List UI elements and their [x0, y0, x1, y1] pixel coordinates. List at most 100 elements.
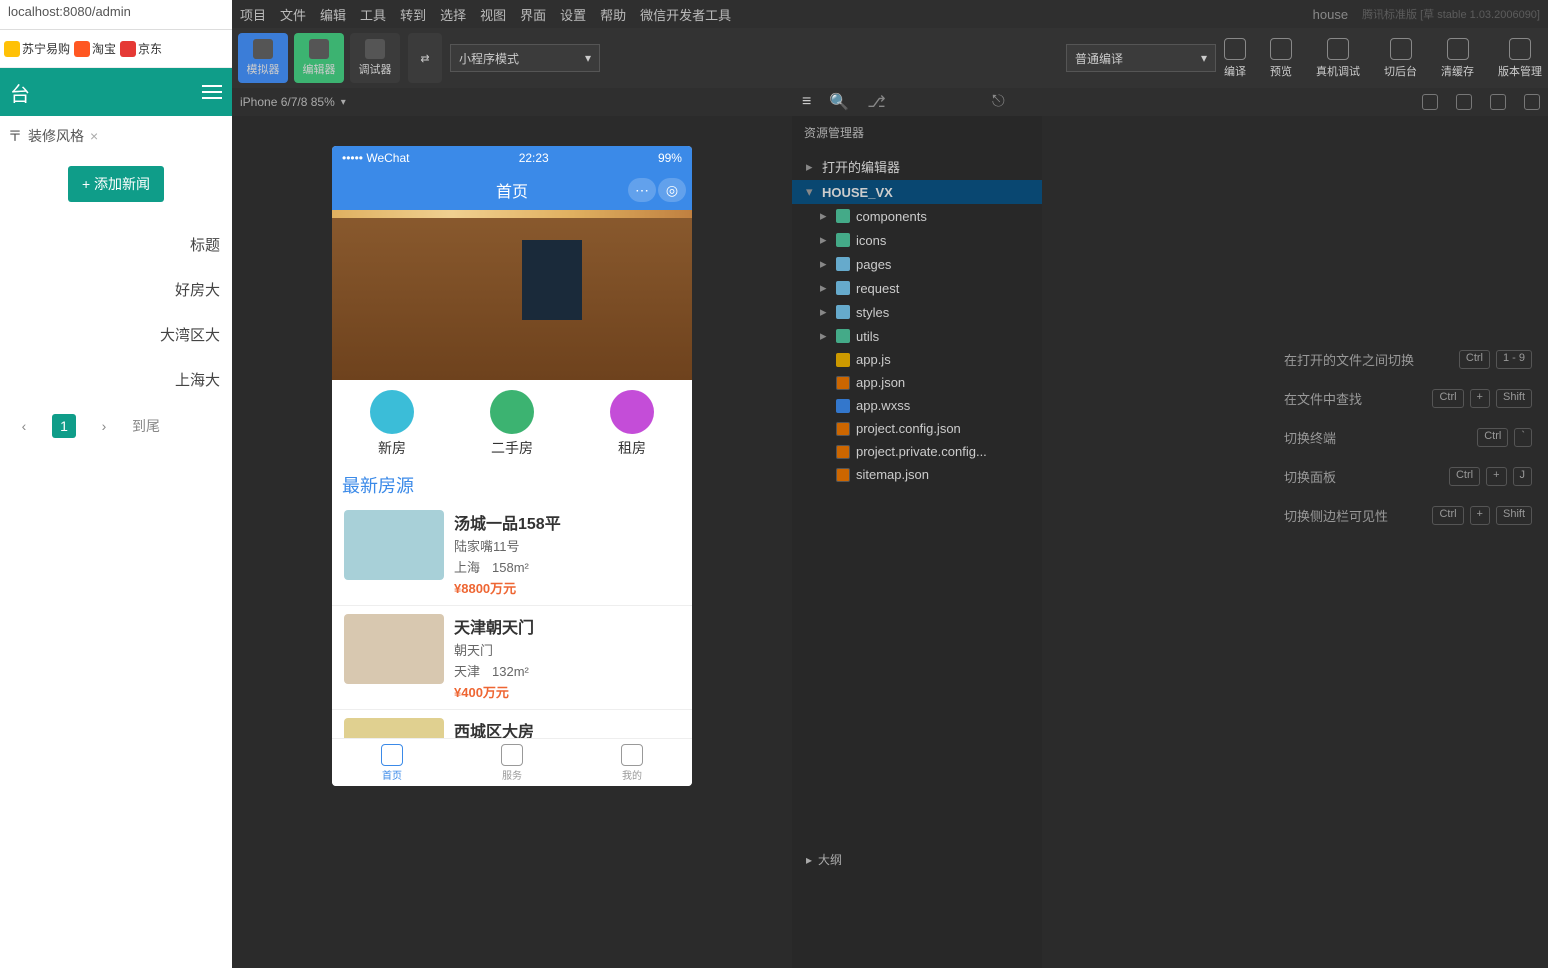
bookmark-taobao[interactable]: 淘宝 [74, 40, 116, 57]
page-prev[interactable]: ‹ [12, 414, 36, 438]
remote-debug-button[interactable]: 真机调试 [1316, 38, 1360, 79]
device-select[interactable]: iPhone 6/7/8 85% [240, 95, 335, 109]
menu-settings[interactable]: 设置 [560, 5, 586, 24]
file-app-json[interactable]: app.json [792, 371, 1042, 394]
file-app-js[interactable]: app.js [792, 348, 1042, 371]
file-project-private[interactable]: project.private.config... [792, 440, 1042, 463]
branch-icon [1509, 38, 1531, 60]
menu-ui[interactable]: 界面 [520, 5, 546, 24]
house-item[interactable]: 汤城一品158平 陆家嘴11号 上海158m² ¥8800万元 [332, 502, 692, 606]
house-area: 132m² [492, 664, 529, 679]
record-icon[interactable] [1456, 94, 1472, 110]
eye-icon [1270, 38, 1292, 60]
folder-pages[interactable]: ▸pages [792, 252, 1042, 276]
menu-goto[interactable]: 转到 [400, 5, 426, 24]
menu-help[interactable]: 帮助 [600, 5, 626, 24]
editor-icon [309, 39, 329, 59]
battery: 99% [658, 151, 682, 165]
menu-select[interactable]: 选择 [440, 5, 466, 24]
tab-home[interactable]: 首页 [332, 739, 452, 786]
simulator-button[interactable]: 模拟器 [238, 33, 288, 83]
shortcut-label: 切换面板 [1284, 467, 1336, 486]
menu-view[interactable]: 视图 [480, 5, 506, 24]
menu-file[interactable]: 文件 [280, 5, 306, 24]
compile-select[interactable]: 普通编译 [1066, 44, 1216, 72]
phone-icon [253, 39, 273, 59]
project-name: house [1313, 7, 1348, 22]
house-title: 天津朝天门 [454, 614, 534, 638]
tab-service[interactable]: 服务 [452, 739, 572, 786]
tab-mine[interactable]: 我的 [572, 739, 692, 786]
project-root[interactable]: ▾HOUSE_VX [792, 180, 1042, 204]
preview-button[interactable]: 预览 [1270, 38, 1292, 79]
clear-cache-button[interactable]: 清缓存 [1441, 38, 1474, 79]
menu-wx[interactable]: 微信开发者工具 [640, 5, 731, 24]
close-capsule-icon[interactable]: ◎ [658, 178, 686, 202]
cat-second-hand[interactable]: 二手房 [490, 390, 534, 458]
table-row[interactable]: 上海大 [0, 357, 232, 402]
close-icon[interactable]: × [90, 128, 98, 144]
home-icon [381, 744, 403, 766]
house-addr: 陆家嘴11号 [454, 536, 561, 555]
outline-section[interactable]: ▸大纲 [792, 841, 1042, 878]
menu-edit[interactable]: 编辑 [320, 5, 346, 24]
bookmark-suning[interactable]: 苏宁易购 [4, 40, 70, 57]
table-row[interactable]: 大湾区大 [0, 312, 232, 357]
tab-bar: 首页 服务 我的 [332, 738, 692, 786]
back-icon [1390, 38, 1412, 60]
folder-utils[interactable]: ▸utils [792, 324, 1042, 348]
house-item[interactable]: 天津朝天门 朝天门 天津132m² ¥400万元 [332, 606, 692, 710]
menu-project[interactable]: 项目 [240, 5, 266, 24]
shortcut-label: 在文件中查找 [1284, 389, 1362, 408]
folder-components[interactable]: ▸components [792, 204, 1042, 228]
cat-new-house[interactable]: 新房 [370, 390, 414, 458]
switch-button[interactable]: ⇄ [408, 33, 442, 83]
open-editors-section[interactable]: ▸打开的编辑器 [792, 153, 1042, 180]
wxss-icon [836, 399, 850, 413]
mode-select[interactable]: 小程序模式 [450, 44, 600, 72]
file-app-wxss[interactable]: app.wxss [792, 394, 1042, 417]
url-bar[interactable]: localhost:8080/admin [0, 0, 232, 30]
exit-icon[interactable]: ⎋ [992, 93, 1005, 111]
wechat-devtools: 项目 文件 编辑 工具 转到 选择 视图 界面 设置 帮助 微信开发者工具 ho… [232, 0, 1548, 968]
file-project-config[interactable]: project.config.json [792, 417, 1042, 440]
house-area: 158m² [492, 560, 529, 575]
hamburger-icon[interactable] [202, 85, 222, 99]
file-sitemap[interactable]: sitemap.json [792, 463, 1042, 486]
add-news-button[interactable]: + 添加新闻 [68, 166, 164, 202]
rotate-icon[interactable] [1422, 94, 1438, 110]
explorer-title: 资源管理器 [792, 116, 1042, 149]
json-icon [836, 422, 850, 436]
compile-button[interactable]: 编译 [1224, 38, 1246, 79]
folder-styles[interactable]: ▸styles [792, 300, 1042, 324]
pagination: ‹ 1 › 到尾 [0, 402, 232, 450]
debugger-button[interactable]: 调试器 [350, 33, 400, 83]
table-row[interactable]: 好房大 [0, 267, 232, 312]
menu-tools[interactable]: 工具 [360, 5, 386, 24]
search-icon[interactable]: 🔍 [829, 92, 849, 112]
folder-icon [836, 233, 850, 247]
bookmark-jd[interactable]: 京东 [120, 40, 162, 57]
version-button[interactable]: 版本管理 [1498, 38, 1542, 79]
json-icon [836, 445, 850, 459]
mute-icon[interactable] [1490, 94, 1506, 110]
cat-rent[interactable]: 租房 [610, 390, 654, 458]
folder-icons[interactable]: ▸icons [792, 228, 1042, 252]
time: 22:23 [519, 151, 549, 165]
banner-image[interactable] [332, 210, 692, 380]
branch-icon[interactable]: ⎇ [867, 92, 885, 112]
editor-button[interactable]: 编辑器 [294, 33, 344, 83]
building-icon [370, 390, 414, 434]
shortcut-label: 在打开的文件之间切换 [1284, 350, 1414, 369]
menu-capsule-icon[interactable]: ⋯ [628, 178, 656, 202]
status-bar: ••••• WeChat 22:23 99% [332, 146, 692, 170]
background-button[interactable]: 切后台 [1384, 38, 1417, 79]
page-next[interactable]: › [92, 414, 116, 438]
cut-icon[interactable] [1524, 94, 1540, 110]
folder-request[interactable]: ▸request [792, 276, 1042, 300]
folder-icon [836, 257, 850, 271]
folder-icon [836, 329, 850, 343]
page-number[interactable]: 1 [52, 414, 76, 438]
list-icon[interactable]: ≡ [802, 93, 811, 111]
json-icon [836, 468, 850, 482]
